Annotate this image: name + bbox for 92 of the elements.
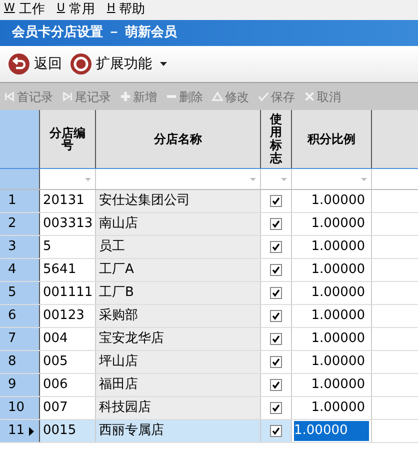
check-icon [258,91,269,102]
table-cell: 1.00000 [294,421,369,441]
row-number: 4 [8,261,16,280]
row-number: 3 [8,238,16,256]
row-number: 6 [8,307,16,326]
row-header[interactable]: 3 [0,236,40,258]
table-cell: 宝安龙华店 [96,328,261,350]
row-header-corner [0,110,40,168]
table-cell: 安仕达集团公司 [96,190,261,212]
table-cell: 员工 [96,236,261,258]
row-number: 5 [8,284,16,302]
checkbox[interactable] [270,425,282,437]
skip-end-icon [62,91,73,102]
filter-row-header [0,169,40,189]
checkbox[interactable] [270,287,282,299]
row-header[interactable]: 8 [0,351,40,373]
row-header[interactable]: 10 [0,397,40,419]
checkbox[interactable] [270,241,282,253]
check-icon [272,427,280,435]
table-cell: 西丽专属店 [96,420,261,442]
check-icon [272,243,280,251]
dropdown-arrow-icon [85,178,91,180]
table-cell: 科技园店 [96,397,261,419]
close-icon [304,91,315,102]
row-number: 9 [8,376,16,394]
window-title: 会员卡分店设置 － 萌新会员 [12,24,178,42]
row-number: 11 [8,422,25,440]
triangle-icon [212,91,223,102]
row-header[interactable]: 6 [0,305,40,327]
row-header[interactable]: 5 [0,282,40,304]
table-cell-text: 1.00000 [311,353,366,372]
check-icon [272,335,280,343]
row-number: 2 [8,215,16,234]
table-cell: 坪山店 [96,351,261,373]
table-cell: 0015 [40,420,96,442]
row-header[interactable]: 2 [0,213,40,235]
table-cell-text: 1.00000 [311,307,366,326]
check-icon [272,197,280,205]
row-header[interactable]: 4 [0,259,40,281]
table-cell: 采购部 [96,305,261,327]
row-header[interactable]: 9 [0,374,40,396]
table-cell: 福田店 [96,374,261,396]
undo-icon [8,53,30,75]
table-cell-text: 1.00000 [311,376,366,394]
row-number: 1 [8,192,16,210]
check-icon [272,220,280,228]
checkbox[interactable] [270,356,282,368]
column-header: 积分比例 [292,110,372,168]
checkbox[interactable] [270,195,282,207]
extend-button[interactable]: 扩展功能 [70,53,167,75]
checkbox[interactable] [270,218,282,230]
checkbox[interactable] [270,310,282,322]
dropdown-arrow-icon [361,178,367,180]
checkbox[interactable] [270,379,282,391]
table-cell-text: 1.00000 [311,399,366,418]
checkbox[interactable] [270,333,282,345]
table-cell-text: 1.00000 [311,261,366,280]
check-icon [272,381,280,389]
current-row-icon [28,426,34,436]
plus-icon [120,91,131,102]
lifebuoy-icon [70,53,92,75]
table-cell-text: 1.00000 [311,238,366,256]
column-header: 分店编号 [40,110,96,168]
row-header[interactable]: 1 [0,190,40,212]
menu-item[interactable]: W 工作 [4,0,45,20]
skip-start-icon [4,91,15,102]
table-cell: 工厂B [96,282,261,304]
row-header[interactable]: 7 [0,328,40,350]
check-icon [272,289,280,297]
check-icon [272,404,280,412]
table-cell: 工厂A [96,259,261,281]
column-header: 使用标志 [261,110,292,168]
row-number: 10 [8,399,25,418]
column-header: 分店名称 [96,110,261,168]
menu-item[interactable]: U 常用 [56,0,95,20]
menu-item[interactable]: H 帮助 [106,0,146,20]
check-icon [272,266,280,274]
checkbox[interactable] [270,264,282,276]
table-cell-text: 1.00000 [311,330,366,348]
row-header[interactable]: 11 [0,420,40,442]
row-number: 7 [8,330,16,348]
check-icon [272,358,280,366]
back-button[interactable]: 返回 [8,53,62,75]
dropdown-arrow-icon [281,178,287,180]
table-cell-text: 1.00000 [311,284,366,302]
dropdown-arrow-icon [250,178,256,180]
table-cell-text: 1.00000 [311,192,366,210]
check-icon [272,312,280,320]
table-cell-text: 1.00000 [311,215,366,234]
row-number: 8 [8,353,16,372]
table-cell: 南山店 [96,213,261,235]
checkbox[interactable] [270,402,282,414]
